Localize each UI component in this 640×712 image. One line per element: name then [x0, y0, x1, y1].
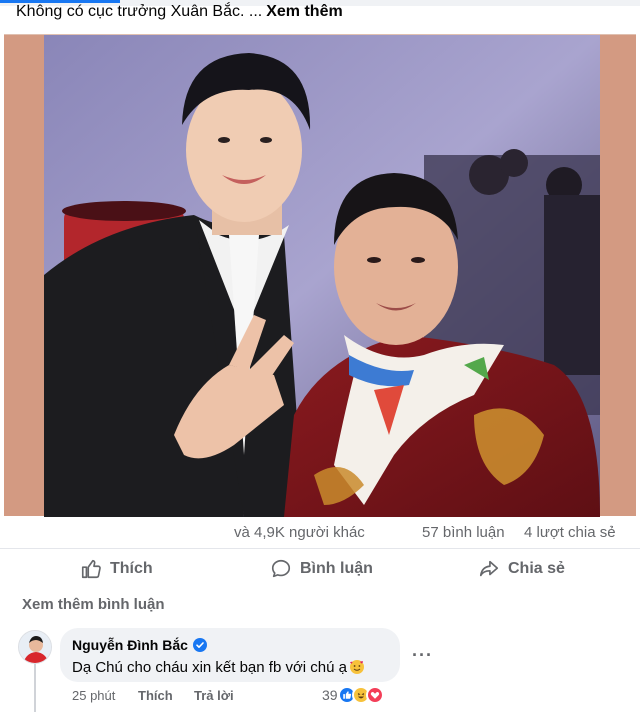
comment-button-label: Bình luận — [300, 560, 373, 577]
comment-bubble-icon — [271, 559, 291, 578]
verified-badge-icon — [192, 638, 207, 652]
comments-count[interactable]: 57 bình luận — [422, 524, 505, 541]
thumbs-up-icon — [81, 559, 101, 579]
comment-reply-button[interactable]: Trả lời — [194, 688, 234, 703]
like-button[interactable]: Thích — [80, 557, 153, 581]
comment-timestamp[interactable]: 25 phút — [72, 688, 138, 703]
see-more-link[interactable]: Xem thêm — [266, 3, 342, 20]
post-caption: Không có cục trưởng Xuân Bắc. ... Xem thê… — [16, 2, 343, 22]
comment-like-button[interactable]: Thích — [138, 688, 194, 703]
reactions-summary[interactable]: và 4,9K người khác — [234, 524, 365, 541]
caption-text: Không có cục trưởng Xuân Bắc. ... — [16, 3, 263, 20]
like-button-label: Thích — [110, 560, 153, 577]
shares-count[interactable]: 4 lượt chia sẻ — [524, 524, 616, 541]
avatar-image — [19, 631, 51, 663]
photo-illustration — [44, 35, 600, 517]
post-actions-bar: Thích Bình luận Chia sẻ — [0, 548, 640, 588]
comment-meta: 25 phút Thích Trả lời — [72, 688, 234, 703]
comment-options-button[interactable]: ··· — [412, 645, 433, 666]
post-photo-frame — [4, 34, 636, 517]
love-reaction-icon — [365, 686, 384, 704]
reaction-count: 39 — [322, 687, 338, 703]
avatar[interactable] — [18, 630, 52, 664]
comment-thread-line — [34, 664, 36, 712]
share-arrow-icon — [479, 560, 499, 577]
comment-bubble: Nguyễn Đình Bắc Dạ Chú cho cháu xin kết … — [60, 628, 400, 682]
post-photo[interactable] — [44, 35, 600, 517]
comment-author-name[interactable]: Nguyễn Đình Bắc — [72, 637, 188, 653]
post-stats: và 4,9K người khác 57 bình luận 4 lượt c… — [0, 524, 640, 546]
smiling-face-with-hearts-icon — [350, 660, 364, 674]
comment-body: Dạ Chú cho cháu xin kết bạn fb với chú ạ — [72, 658, 388, 678]
comment-button[interactable]: Bình luận — [270, 557, 373, 581]
share-button[interactable]: Chia sẻ — [478, 557, 565, 581]
comment-text: Dạ Chú cho cháu xin kết bạn fb với chú ạ — [72, 659, 347, 676]
comment-reactions[interactable]: 39 — [322, 686, 384, 704]
share-button-label: Chia sẻ — [508, 560, 565, 577]
view-more-comments-link[interactable]: Xem thêm bình luận — [22, 596, 165, 613]
